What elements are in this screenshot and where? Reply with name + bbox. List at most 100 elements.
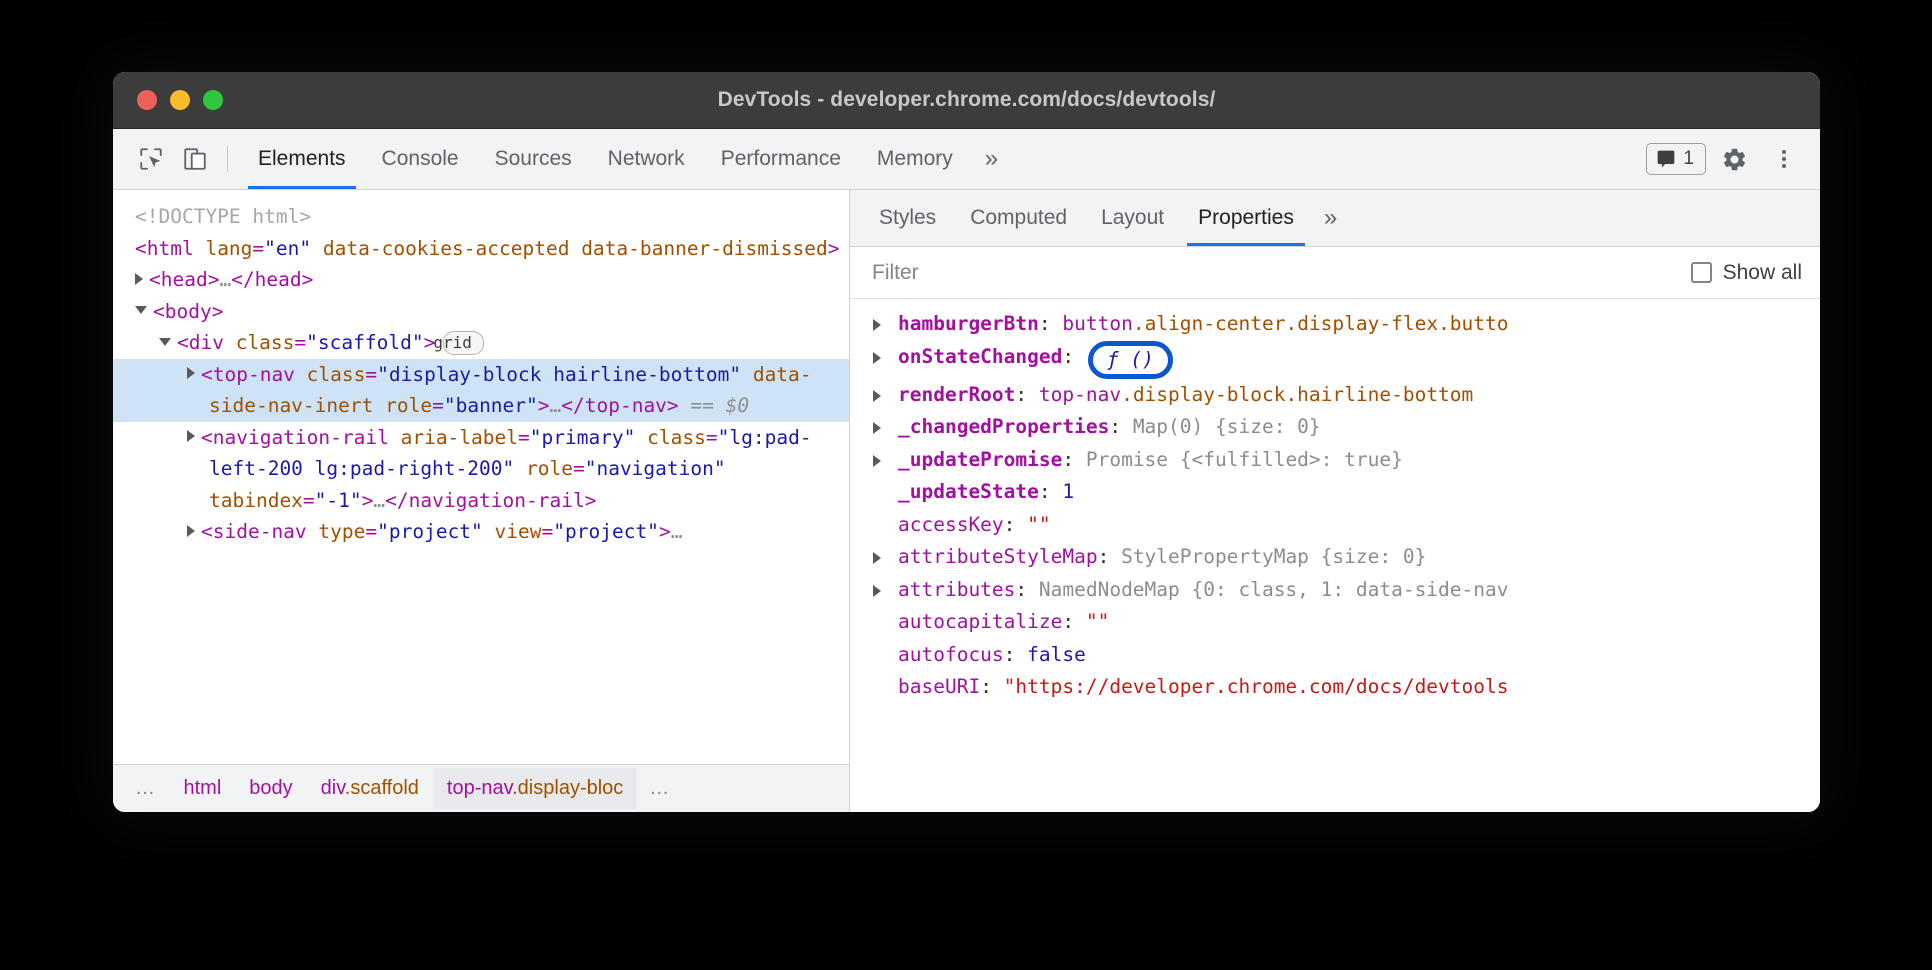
property-name: _updatePromise: [898, 448, 1062, 471]
expand-triangle-icon[interactable]: [187, 525, 195, 537]
node-tag: <head>: [149, 268, 219, 291]
property-value[interactable]: "": [1086, 610, 1109, 633]
inspect-element-icon[interactable]: [129, 137, 173, 181]
property-row-_updateState[interactable]: _updateState: 1: [850, 476, 1820, 509]
sidebar-more-chevron-icon[interactable]: »: [1311, 190, 1350, 246]
node-tag: =: [518, 426, 530, 449]
node-plain: [726, 457, 738, 480]
expand-triangle-icon[interactable]: [187, 430, 195, 442]
zoom-window-button[interactable]: [203, 90, 223, 110]
node-dim: …: [671, 520, 683, 543]
tab-styles-label: Styles: [879, 206, 936, 230]
dom-node-doctype[interactable]: <!DOCTYPE html>: [113, 201, 849, 233]
dom-node-body[interactable]: <body>: [113, 296, 849, 328]
property-row-_changedProperties[interactable]: _changedProperties: Map(0) {size: 0}: [850, 411, 1820, 444]
expand-triangle-icon[interactable]: [873, 319, 881, 331]
tab-elements[interactable]: Elements: [240, 129, 364, 189]
property-value[interactable]: Map(0) {size: 0}: [1133, 415, 1321, 438]
breadcrumb-item-div[interactable]: div.scaffold: [307, 768, 433, 809]
expand-triangle-icon[interactable]: [873, 552, 881, 564]
collapse-triangle-icon[interactable]: [135, 306, 147, 314]
property-value[interactable]: Promise {<fulfilled>: true}: [1086, 448, 1403, 471]
tab-properties[interactable]: Properties: [1181, 190, 1311, 246]
tab-properties-label: Properties: [1198, 206, 1294, 230]
expand-triangle-icon[interactable]: [187, 367, 195, 379]
tab-sources[interactable]: Sources: [477, 129, 590, 189]
property-row-onStateChanged[interactable]: onStateChanged: ƒ (): [850, 341, 1820, 379]
property-row-hamburgerBtn[interactable]: hamburgerBtn: button.align-center.displa…: [850, 308, 1820, 341]
property-row-baseURI[interactable]: baseURI: "https://developer.chrome.com/d…: [850, 671, 1820, 704]
filter-input[interactable]: [872, 261, 1302, 285]
message-icon: [1656, 149, 1676, 169]
dom-node-head[interactable]: <head>…</head>: [113, 264, 849, 296]
property-row-autocapitalize[interactable]: autocapitalize: "": [850, 606, 1820, 639]
dom-node-navigation-rail[interactable]: <navigation-rail aria-label="primary" cl…: [113, 422, 849, 517]
panel-split: <!DOCTYPE html><html lang="en" data-cook…: [113, 190, 1820, 812]
breadcrumb-overflow-right[interactable]: …: [637, 768, 684, 809]
property-value[interactable]: ƒ (): [1107, 348, 1154, 371]
dom-tree[interactable]: <!DOCTYPE html><html lang="en" data-cook…: [113, 190, 849, 764]
property-name: attributeStyleMap: [898, 545, 1098, 568]
property-row-_updatePromise[interactable]: _updatePromise: Promise {<fulfilled>: tr…: [850, 444, 1820, 477]
property-row-attributeStyleMap[interactable]: attributeStyleMap: StylePropertyMap {siz…: [850, 541, 1820, 574]
collapse-triangle-icon[interactable]: [159, 338, 171, 346]
device-toolbar-icon[interactable]: [173, 137, 217, 181]
breadcrumb-item-html[interactable]: html: [170, 768, 236, 809]
property-colon: :: [1039, 480, 1062, 503]
expand-triangle-icon[interactable]: [135, 273, 143, 285]
expand-triangle-icon[interactable]: [873, 390, 881, 402]
breadcrumb-tag: html: [184, 777, 222, 799]
expand-triangle-icon[interactable]: [873, 352, 881, 364]
grid-badge[interactable]: grid: [443, 331, 484, 355]
dom-node-top-nav[interactable]: …<top-nav class="display-block hairline-…: [113, 359, 849, 422]
tab-layout[interactable]: Layout: [1084, 190, 1181, 246]
property-value[interactable]: 1: [1062, 480, 1074, 503]
close-window-button[interactable]: [137, 90, 157, 110]
show-all-checkbox[interactable]: [1691, 262, 1712, 283]
property-value[interactable]: NamedNodeMap {0: class, 1: data-side-nav: [1039, 578, 1509, 601]
properties-list[interactable]: hamburgerBtn: button.align-center.displa…: [850, 299, 1820, 812]
property-row-renderRoot[interactable]: renderRoot: top-nav.display-block.hairli…: [850, 379, 1820, 412]
property-name: autofocus: [898, 643, 1004, 666]
tab-styles[interactable]: Styles: [862, 190, 953, 246]
gear-icon[interactable]: [1712, 137, 1756, 181]
expand-triangle-icon[interactable]: [873, 455, 881, 467]
property-row-accessKey[interactable]: accessKey: "": [850, 509, 1820, 542]
property-value[interactable]: false: [1027, 643, 1086, 666]
more-tabs-chevron-icon[interactable]: »: [971, 129, 1012, 189]
kebab-menu-icon[interactable]: [1762, 137, 1806, 181]
tab-network[interactable]: Network: [590, 129, 703, 189]
dom-node-side-nav[interactable]: <side-nav type="project" view="project">…: [113, 516, 849, 548]
expand-triangle-icon[interactable]: [873, 422, 881, 434]
tab-computed[interactable]: Computed: [953, 190, 1084, 246]
property-value[interactable]: button.align-center.display-flex.butto: [1062, 312, 1508, 335]
property-value[interactable]: "https://developer.chrome.com/docs/devto…: [1004, 675, 1509, 698]
property-row-attributes[interactable]: attributes: NamedNodeMap {0: class, 1: d…: [850, 574, 1820, 607]
breadcrumb-item-top-nav[interactable]: top-nav.display-bloc: [433, 768, 637, 809]
minimize-window-button[interactable]: [170, 90, 190, 110]
node-attr: role: [385, 394, 432, 417]
node-val: "-1": [315, 489, 362, 512]
tab-performance[interactable]: Performance: [703, 129, 859, 189]
breadcrumb-item-body[interactable]: body: [235, 768, 306, 809]
property-value[interactable]: "": [1027, 513, 1050, 536]
tab-network-label: Network: [608, 147, 685, 171]
tab-console[interactable]: Console: [364, 129, 477, 189]
tab-sources-label: Sources: [495, 147, 572, 171]
breadcrumb[interactable]: … html bodydiv.scaffoldtop-nav.display-blo…: [113, 764, 849, 812]
issues-message-badge[interactable]: 1: [1646, 143, 1706, 175]
dom-node-html-open[interactable]: <html lang="en" data-cookies-accepted da…: [113, 233, 849, 265]
message-count: 1: [1683, 148, 1694, 170]
expand-triangle-icon[interactable]: [873, 585, 881, 597]
tab-memory[interactable]: Memory: [859, 129, 971, 189]
dom-node-div-scaffold[interactable]: <div class="scaffold">grid: [113, 327, 849, 359]
property-value[interactable]: StylePropertyMap {size: 0}: [1121, 545, 1426, 568]
property-row-autofocus[interactable]: autofocus: false: [850, 639, 1820, 672]
tab-memory-label: Memory: [877, 147, 953, 171]
show-all-toggle[interactable]: Show all: [1691, 261, 1802, 285]
node-attr: lang: [205, 237, 252, 260]
breadcrumb-overflow-left[interactable]: …: [123, 768, 170, 809]
property-value[interactable]: top-nav.display-block.hairline-bottom: [1039, 383, 1473, 406]
breadcrumb-class: .display-bloc: [512, 777, 623, 799]
tab-performance-label: Performance: [721, 147, 841, 171]
